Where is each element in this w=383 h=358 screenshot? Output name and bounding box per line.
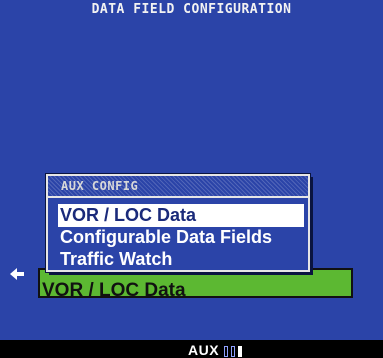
menu-item-configurable-data-fields[interactable]: Configurable Data Fields: [58, 226, 304, 249]
page-indicator: [224, 346, 228, 357]
menu-item-vor-loc-data[interactable]: VOR / LOC Data: [58, 204, 304, 227]
data-field-value: VOR / LOC Data: [42, 280, 186, 298]
arrow-left-icon: [10, 268, 24, 280]
page-group-label: AUX: [188, 342, 220, 358]
popup-title: AUX CONFIG: [61, 179, 139, 193]
aux-config-popup: AUX CONFIG VOR / LOC Data Configurable D…: [46, 174, 310, 272]
page-indicator-active: [238, 346, 242, 357]
page-indicators: [224, 346, 242, 358]
page-title: DATA FIELD CONFIGURATION: [91, 2, 292, 17]
menu-item-traffic-watch[interactable]: Traffic Watch: [58, 248, 304, 271]
popup-header: AUX CONFIG: [48, 176, 308, 198]
page-indicator: [231, 346, 235, 357]
data-field-selector[interactable]: VOR / LOC Data: [38, 268, 353, 298]
gps-screen: DATA FIELD CONFIGURATION VOR / LOC Data …: [0, 0, 383, 358]
